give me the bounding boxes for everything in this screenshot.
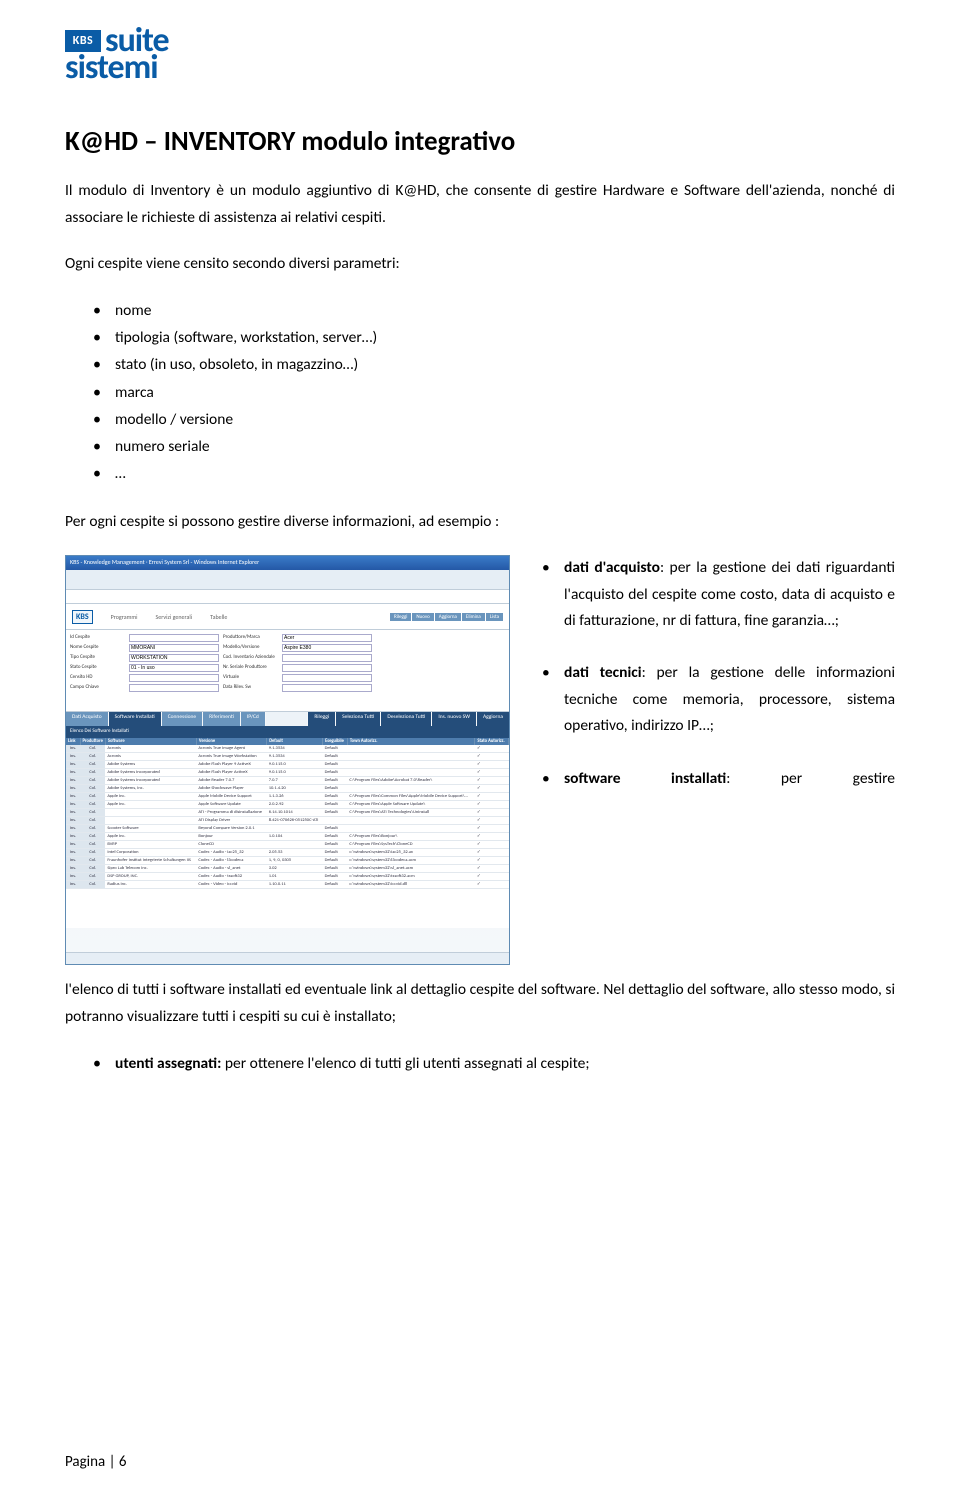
list-action[interactable]: Seleziona Tutti [335,712,380,726]
list-item: tipologia (software, workstation, server… [93,324,895,351]
app-logo: KBS [72,610,93,624]
list-action[interactable]: Rileggi [307,712,335,726]
status-bar [66,952,509,964]
detail-tabs: Dati Acquisto Software Installati Connes… [66,712,509,726]
tab[interactable]: Connessione [162,712,203,726]
window-titlebar: KBS - Knowledge Management · Errevi Syst… [66,556,509,570]
list-item: numero seriale [93,433,895,460]
cespite-form: Id CespiteProduttore/MarcaNome CespiteMo… [66,630,509,712]
brand-sistemi: sistemi [65,53,895,84]
list-action[interactable]: Ins. nuovo SW [431,712,476,726]
two-column: KBS - Knowledge Management · Errevi Syst… [65,555,895,965]
app-header: KBS Programmi Servizi generali Tabelle R… [66,604,509,630]
menu-item[interactable]: Programmi [111,613,138,621]
params-intro: Ogni cespite viene censito secondo diver… [65,251,895,277]
list-item: dati tecnici: per la gestione delle info… [542,660,895,739]
page-footer: Pagina | 6 [65,1453,126,1471]
software-table: LinkProduttoreSoftwareVersioneDefaultEse… [66,738,509,928]
per-cespite-intro: Per ogni cespite si possono gestire dive… [65,509,895,535]
menu-item[interactable]: Servizi generali [156,613,193,621]
tab[interactable]: Riferimenti [203,712,241,726]
tab[interactable]: Elimina [462,613,485,621]
list-item: … [93,460,895,487]
tab[interactable]: Dati Acquisto [66,712,109,726]
browser-toolbar [66,570,509,590]
list-item: software installati: per gestire [542,766,895,792]
logo: KBS suite sistemi [65,26,895,83]
menu-item[interactable]: Tabelle [210,613,227,621]
utenti-list: utenti assegnati: per ottenere l'elenco … [93,1050,895,1077]
list-item: marca [93,379,895,406]
tab-active[interactable]: Software Installati [109,712,162,726]
list-item: dati d'acquisto: per la gestione dei dat… [542,555,895,634]
list-item: stato (in uso, obsoleto, in magazzino…) [93,351,895,378]
page-title: K@HD – INVENTORY modulo integrativo [65,125,895,158]
address-bar [66,590,509,604]
action-tabs: Rileggi Nuovo Aggiorna Elimina Lista [390,613,503,621]
list-item: nome [93,297,895,324]
list-action[interactable]: Aggiorna [476,712,509,726]
tab[interactable]: Lista [486,613,503,621]
tab[interactable]: Rileggi [390,613,411,621]
params-list: nome tipologia (software, workstation, s… [93,297,895,487]
list-action[interactable]: Deseleziona Tutti [380,712,431,726]
page-number: 6 [119,1453,127,1471]
list-item: modello / versione [93,406,895,433]
tab[interactable]: IP/Cd [241,712,266,726]
tab[interactable]: Nuovo [412,613,433,621]
intro-paragraph: Il modulo di Inventory è un modulo aggiu… [65,178,895,231]
tab[interactable]: Aggiorna [435,613,461,621]
list-header: Elenco Dei Software Installati [66,726,509,738]
sw-installati-body: l'elenco di tutti i software installati … [65,977,895,1030]
list-item: utenti assegnati: per ottenere l'elenco … [93,1050,895,1077]
side-bullets: dati d'acquisto: per la gestione dei dat… [532,555,895,791]
screenshot-mock: KBS - Knowledge Management · Errevi Syst… [65,555,510,965]
footer-label: Pagina | [65,1453,119,1471]
